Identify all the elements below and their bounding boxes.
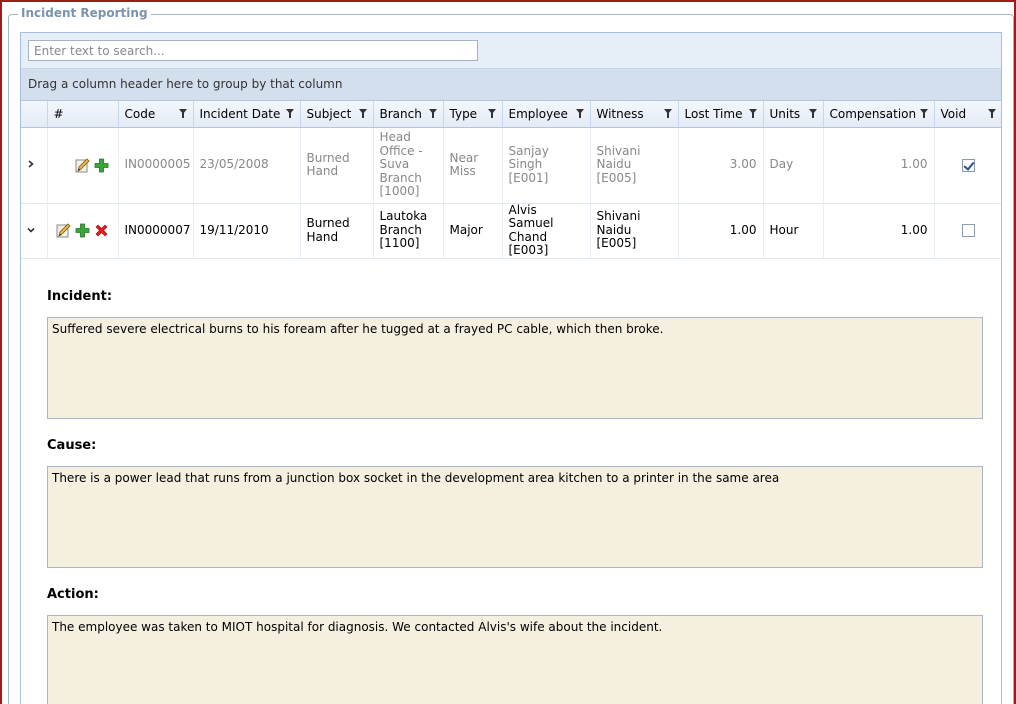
branch-cell: Lautoka Branch [1100] — [373, 203, 444, 259]
col-hash[interactable]: # — [47, 101, 119, 128]
chevron-down-icon[interactable] — [27, 226, 35, 234]
col-void[interactable]: Void — [934, 101, 1001, 128]
witness-cell: Shivani Naidu [E005] — [590, 203, 679, 259]
col-type[interactable]: Type — [443, 101, 503, 128]
col-label: Branch — [379, 106, 422, 121]
code-cell: IN0000007 — [118, 203, 194, 259]
witness-cell: Shivani Naidu [E005] — [590, 127, 679, 204]
col-expand — [21, 101, 48, 128]
void-cell — [934, 203, 1001, 259]
col-compensation[interactable]: Compensation — [823, 101, 935, 128]
col-label: Compensation — [829, 106, 917, 121]
section-title: Incident Reporting — [18, 6, 151, 20]
col-label: Void — [940, 106, 967, 121]
group-by-panel[interactable]: Drag a column header here to group by th… — [21, 69, 1001, 101]
branch-cell: Head Office - Suva Branch [1000] — [373, 127, 444, 204]
actions-cell — [47, 203, 119, 259]
expand-cell[interactable] — [21, 127, 48, 204]
filter-icon[interactable] — [919, 109, 928, 118]
delete-x-icon[interactable] — [93, 222, 110, 239]
incident-date-cell: 19/11/2010 — [193, 203, 301, 259]
table-row[interactable]: IN0000007 19/11/2010 Burned Hand Lautoka… — [21, 203, 1001, 259]
table-row[interactable]: IN0000005 23/05/2008 Burned Hand Head Of… — [21, 127, 1001, 204]
edit-pencil-icon[interactable] — [74, 157, 91, 174]
cause-memo[interactable]: There is a power lead that runs from a j… — [47, 465, 983, 568]
void-checkbox[interactable] — [961, 158, 975, 172]
col-label: Subject — [306, 106, 352, 121]
search-input[interactable] — [28, 40, 478, 61]
employee-cell: Alvis Samuel Chand [E003] — [502, 203, 591, 259]
col-units[interactable]: Units — [763, 101, 824, 128]
col-witness[interactable]: Witness — [590, 101, 679, 128]
filter-icon[interactable] — [178, 109, 187, 118]
header-row: # Code Incident Date Subject Branch Type… — [21, 101, 1001, 128]
col-subject[interactable]: Subject — [300, 101, 374, 128]
subject-cell: Burned Hand — [300, 127, 374, 204]
type-cell: Near Miss — [443, 127, 503, 204]
subject-cell: Burned Hand — [300, 203, 374, 259]
compensation-cell: 1.00 — [823, 203, 935, 259]
void-cell — [934, 127, 1001, 204]
filter-icon[interactable] — [487, 109, 496, 118]
col-label: Units — [769, 106, 801, 121]
col-label: # — [53, 106, 64, 121]
col-employee[interactable]: Employee — [502, 101, 591, 128]
filter-icon[interactable] — [575, 109, 584, 118]
type-cell: Major — [443, 203, 503, 259]
chevron-right-icon[interactable] — [27, 160, 35, 168]
employee-cell: Sanjay Singh [E001] — [502, 127, 591, 204]
col-label: Incident Date — [199, 106, 281, 121]
expand-cell[interactable] — [21, 203, 48, 259]
lost-time-cell: 3.00 — [678, 127, 764, 204]
incident-label: Incident: — [47, 288, 113, 304]
actions-cell — [47, 127, 119, 204]
col-label: Employee — [508, 106, 568, 121]
filter-icon[interactable] — [358, 109, 367, 118]
incident-date-cell: 23/05/2008 — [193, 127, 301, 204]
col-code[interactable]: Code — [118, 101, 194, 128]
edit-pencil-icon[interactable] — [55, 222, 72, 239]
filter-icon[interactable] — [285, 109, 294, 118]
filter-icon[interactable] — [663, 109, 672, 118]
units-cell: Day — [763, 127, 824, 204]
col-label: Type — [449, 106, 478, 121]
incident-table: # Code Incident Date Subject Branch Type… — [21, 101, 1001, 259]
filter-icon[interactable] — [428, 109, 437, 118]
filter-icon[interactable] — [987, 109, 996, 118]
add-plus-icon[interactable] — [93, 157, 110, 174]
units-cell: Hour — [763, 203, 824, 259]
lost-time-cell: 1.00 — [678, 203, 764, 259]
action-label: Action: — [47, 586, 99, 602]
col-label: Code — [124, 106, 156, 121]
col-branch[interactable]: Branch — [373, 101, 444, 128]
action-memo[interactable]: The employee was taken to MIOT hospital … — [47, 614, 983, 704]
cause-label: Cause: — [47, 437, 97, 453]
row-detail-panel: Incident: Suffered severe electrical bur… — [21, 259, 1001, 704]
col-lost-time[interactable]: Lost Time — [678, 101, 764, 128]
col-label: Witness — [596, 106, 644, 121]
add-plus-icon[interactable] — [74, 222, 91, 239]
compensation-cell: 1.00 — [823, 127, 935, 204]
filter-icon[interactable] — [808, 109, 817, 118]
void-checkbox[interactable] — [961, 224, 975, 237]
incident-memo[interactable]: Suffered severe electrical burns to his … — [47, 316, 983, 419]
search-panel — [21, 33, 1001, 69]
col-incident-date[interactable]: Incident Date — [193, 101, 301, 128]
code-cell: IN0000005 — [118, 127, 194, 204]
col-label: Lost Time — [684, 106, 743, 121]
incident-grid: Drag a column header here to group by th… — [20, 32, 1002, 704]
filter-icon[interactable] — [748, 109, 757, 118]
